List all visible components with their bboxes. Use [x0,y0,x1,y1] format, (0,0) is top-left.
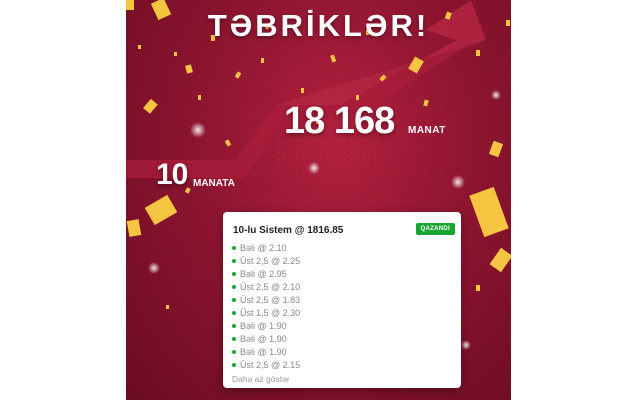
selection-row: Bəli @ 1.90 [232,332,287,345]
selection-text: Bəli @ 1.90 [240,333,287,344]
selection-row: Bəli @ 1.90 [232,345,287,358]
win-dot-icon [232,284,236,289]
show-less-link[interactable]: Daha az göstər [232,374,290,384]
selection-row: Üst 2,5 @ 2.25 [232,254,300,267]
selection-text: Bəli @ 1.90 [240,320,287,331]
win-dot-icon [232,271,236,276]
win-dot-icon [232,310,236,315]
dot-grid [276,140,386,175]
selection-row: Üst 2,5 @ 2.10 [232,280,300,293]
win-dot-icon [232,245,236,250]
selection-row: Üst 2,5 @ 2.15 [232,358,300,371]
win-amount: 18 168 [284,100,395,142]
win-dot-icon [232,258,236,263]
bet-title: 10-lu Sistem @ 1816.85 [233,225,344,236]
selection-row: Üst 2,5 @ 1.83 [232,293,300,306]
stake-amount: 10 [156,158,188,191]
congratulations-title: TƏBRİKLƏR! [207,8,430,43]
bet-slip-card: 10-lu Sistem @ 1816.85 QAZANDI Bəli @ 2.… [223,212,461,388]
selection-text: Bəli @ 1.90 [240,346,287,357]
selection-text: Bəli @ 2.10 [240,242,287,253]
win-currency: MANAT [408,125,446,136]
selection-row: Bəli @ 2.95 [232,267,287,280]
selection-row: Bəli @ 2.10 [232,241,287,254]
stake-currency: MANATA [193,178,235,189]
win-banner: TƏBRİKLƏR! 18 168 MANAT 10 MANATA 10-lu … [126,0,511,400]
win-dot-icon [232,297,236,302]
selection-row: Bəli @ 1.90 [232,319,287,332]
selection-text: Üst 2,5 @ 2.15 [240,359,301,370]
win-dot-icon [232,349,236,354]
win-dot-icon [232,323,236,328]
selection-row: Üst 1,5 @ 2.30 [232,306,300,319]
selection-text: Üst 2,5 @ 2.10 [240,281,301,292]
selection-text: Üst 1,5 @ 2.30 [240,307,301,318]
selection-text: Üst 2,5 @ 2.25 [240,255,301,266]
selection-text: Üst 2,5 @ 1.83 [240,294,301,305]
selection-text: Bəli @ 2.95 [240,268,287,279]
win-dot-icon [232,362,236,367]
status-badge: QAZANDI [415,223,455,235]
win-dot-icon [232,336,236,341]
